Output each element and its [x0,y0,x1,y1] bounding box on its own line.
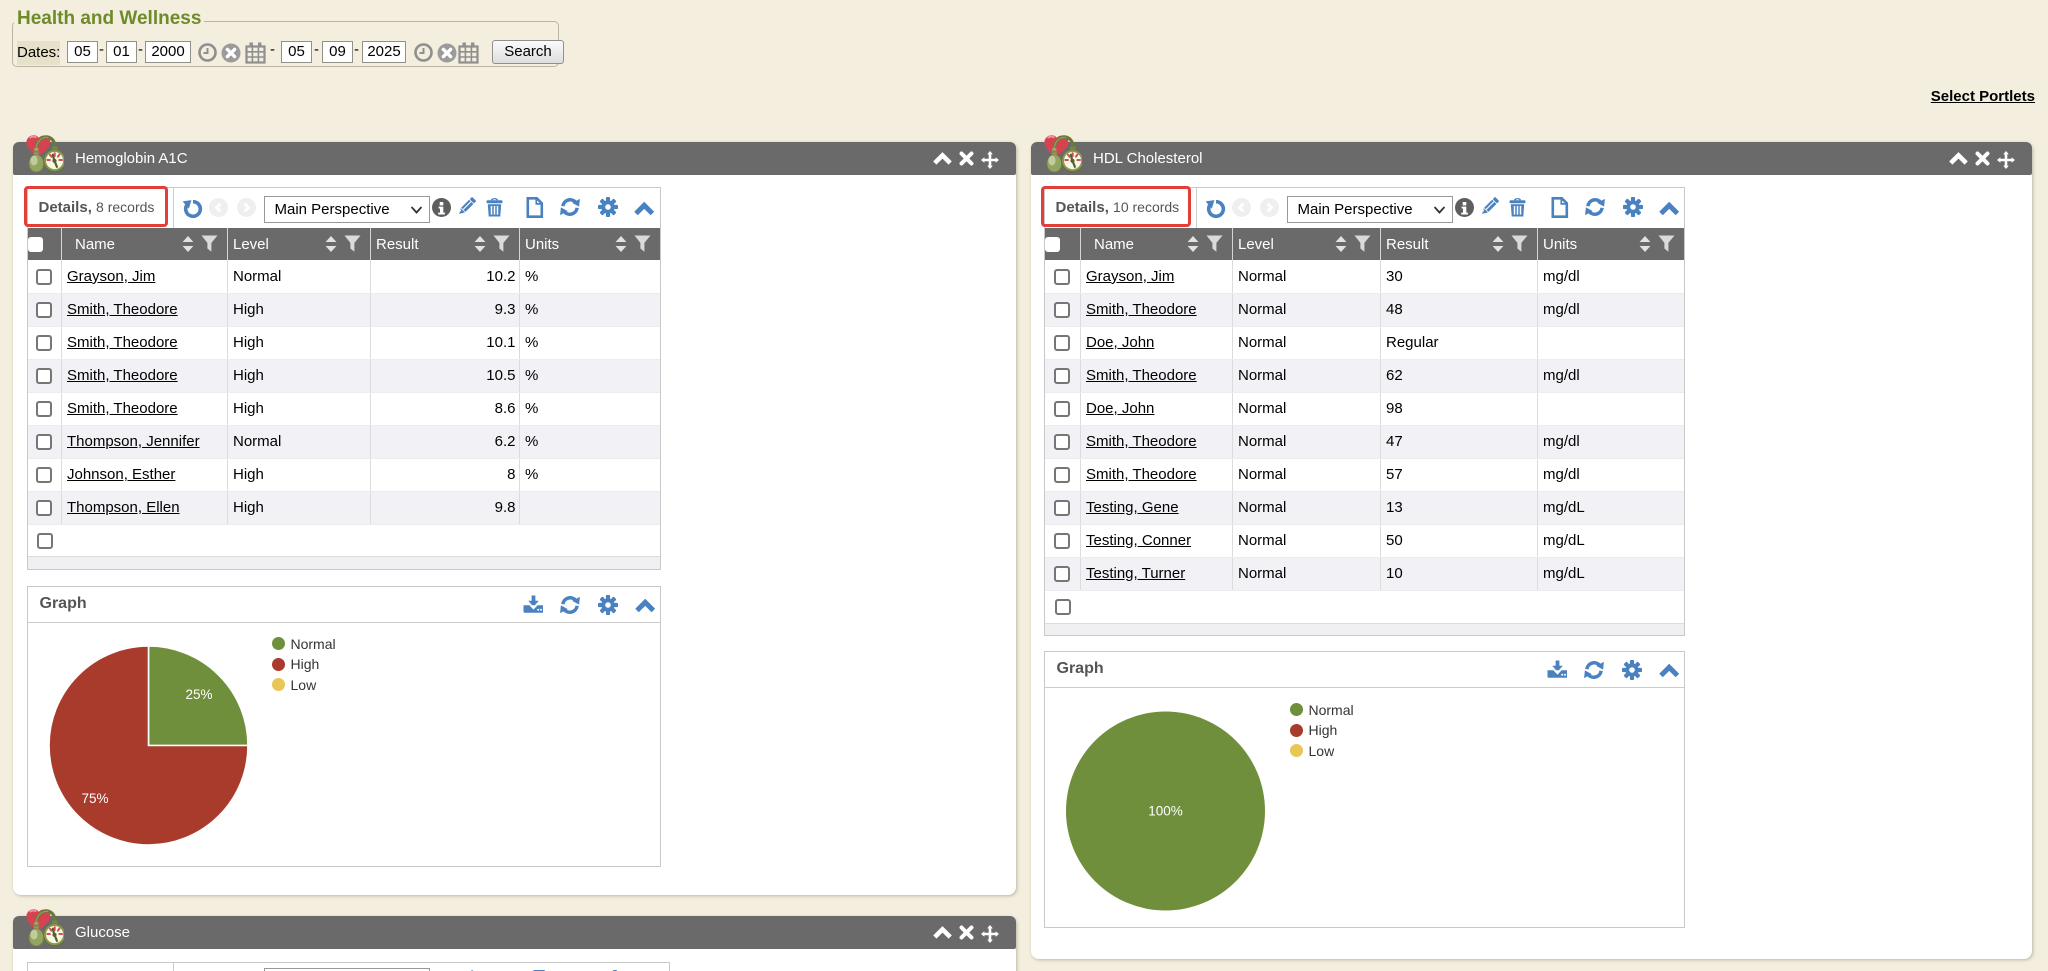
svg-text:25%: 25% [185,687,212,702]
svg-text:100%: 100% [1148,803,1183,818]
svg-text:75%: 75% [81,791,108,806]
